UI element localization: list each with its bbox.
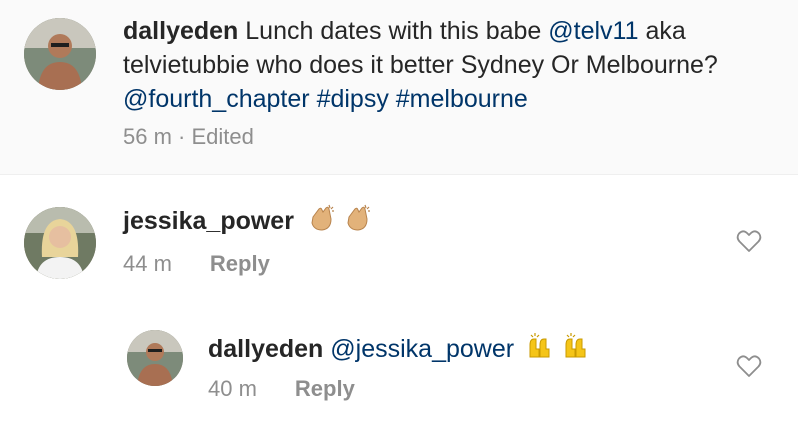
caption-text-part: Lunch dates with this babe <box>238 17 549 45</box>
comment-meta: 40 m Reply <box>208 376 355 402</box>
reply-button[interactable]: Reply <box>295 376 355 401</box>
comment-meta: 44 m Reply <box>123 251 270 277</box>
edited-label: Edited <box>191 124 254 149</box>
caption-username[interactable]: dallyeden <box>123 17 238 45</box>
hashtag-link[interactable]: #dipsy <box>317 85 389 113</box>
heart-icon[interactable] <box>736 354 762 378</box>
mention-link[interactable]: @telv11 <box>548 17 638 45</box>
caption-meta: 56 m · Edited <box>123 124 254 150</box>
mention-link[interactable]: @jessika_power <box>330 335 514 363</box>
comment-username[interactable]: dallyeden <box>208 335 323 363</box>
caption-timestamp: 56 m <box>123 124 172 149</box>
comment-timestamp: 44 m <box>123 251 172 276</box>
comment-text: jessika_power <box>123 203 373 237</box>
avatar[interactable] <box>24 18 96 90</box>
post-caption: dallyeden Lunch dates with this babe @te… <box>0 0 798 175</box>
meta-separator: · <box>171 124 192 149</box>
comment-username[interactable]: jessika_power <box>123 207 294 235</box>
heart-icon[interactable] <box>736 229 762 253</box>
clapping-hands-icon <box>343 203 373 233</box>
comment-text: dallyeden @jessika_power <box>208 331 593 365</box>
clapping-hands-icon <box>307 203 337 233</box>
avatar-photo-dallyeden <box>127 330 183 386</box>
avatar-photo-dallyeden <box>24 18 96 90</box>
raising-hands-icon <box>563 331 593 361</box>
mention-link[interactable]: @fourth_chapter <box>123 85 310 113</box>
avatar[interactable] <box>127 330 183 386</box>
hashtag-link[interactable]: #melbourne <box>396 85 528 113</box>
avatar[interactable] <box>24 207 96 279</box>
caption-text: dallyeden Lunch dates with this babe @te… <box>123 14 763 116</box>
comment-timestamp: 40 m <box>208 376 257 401</box>
avatar-photo-jessika <box>24 207 96 279</box>
reply-button[interactable]: Reply <box>210 251 270 276</box>
raising-hands-icon <box>527 331 557 361</box>
